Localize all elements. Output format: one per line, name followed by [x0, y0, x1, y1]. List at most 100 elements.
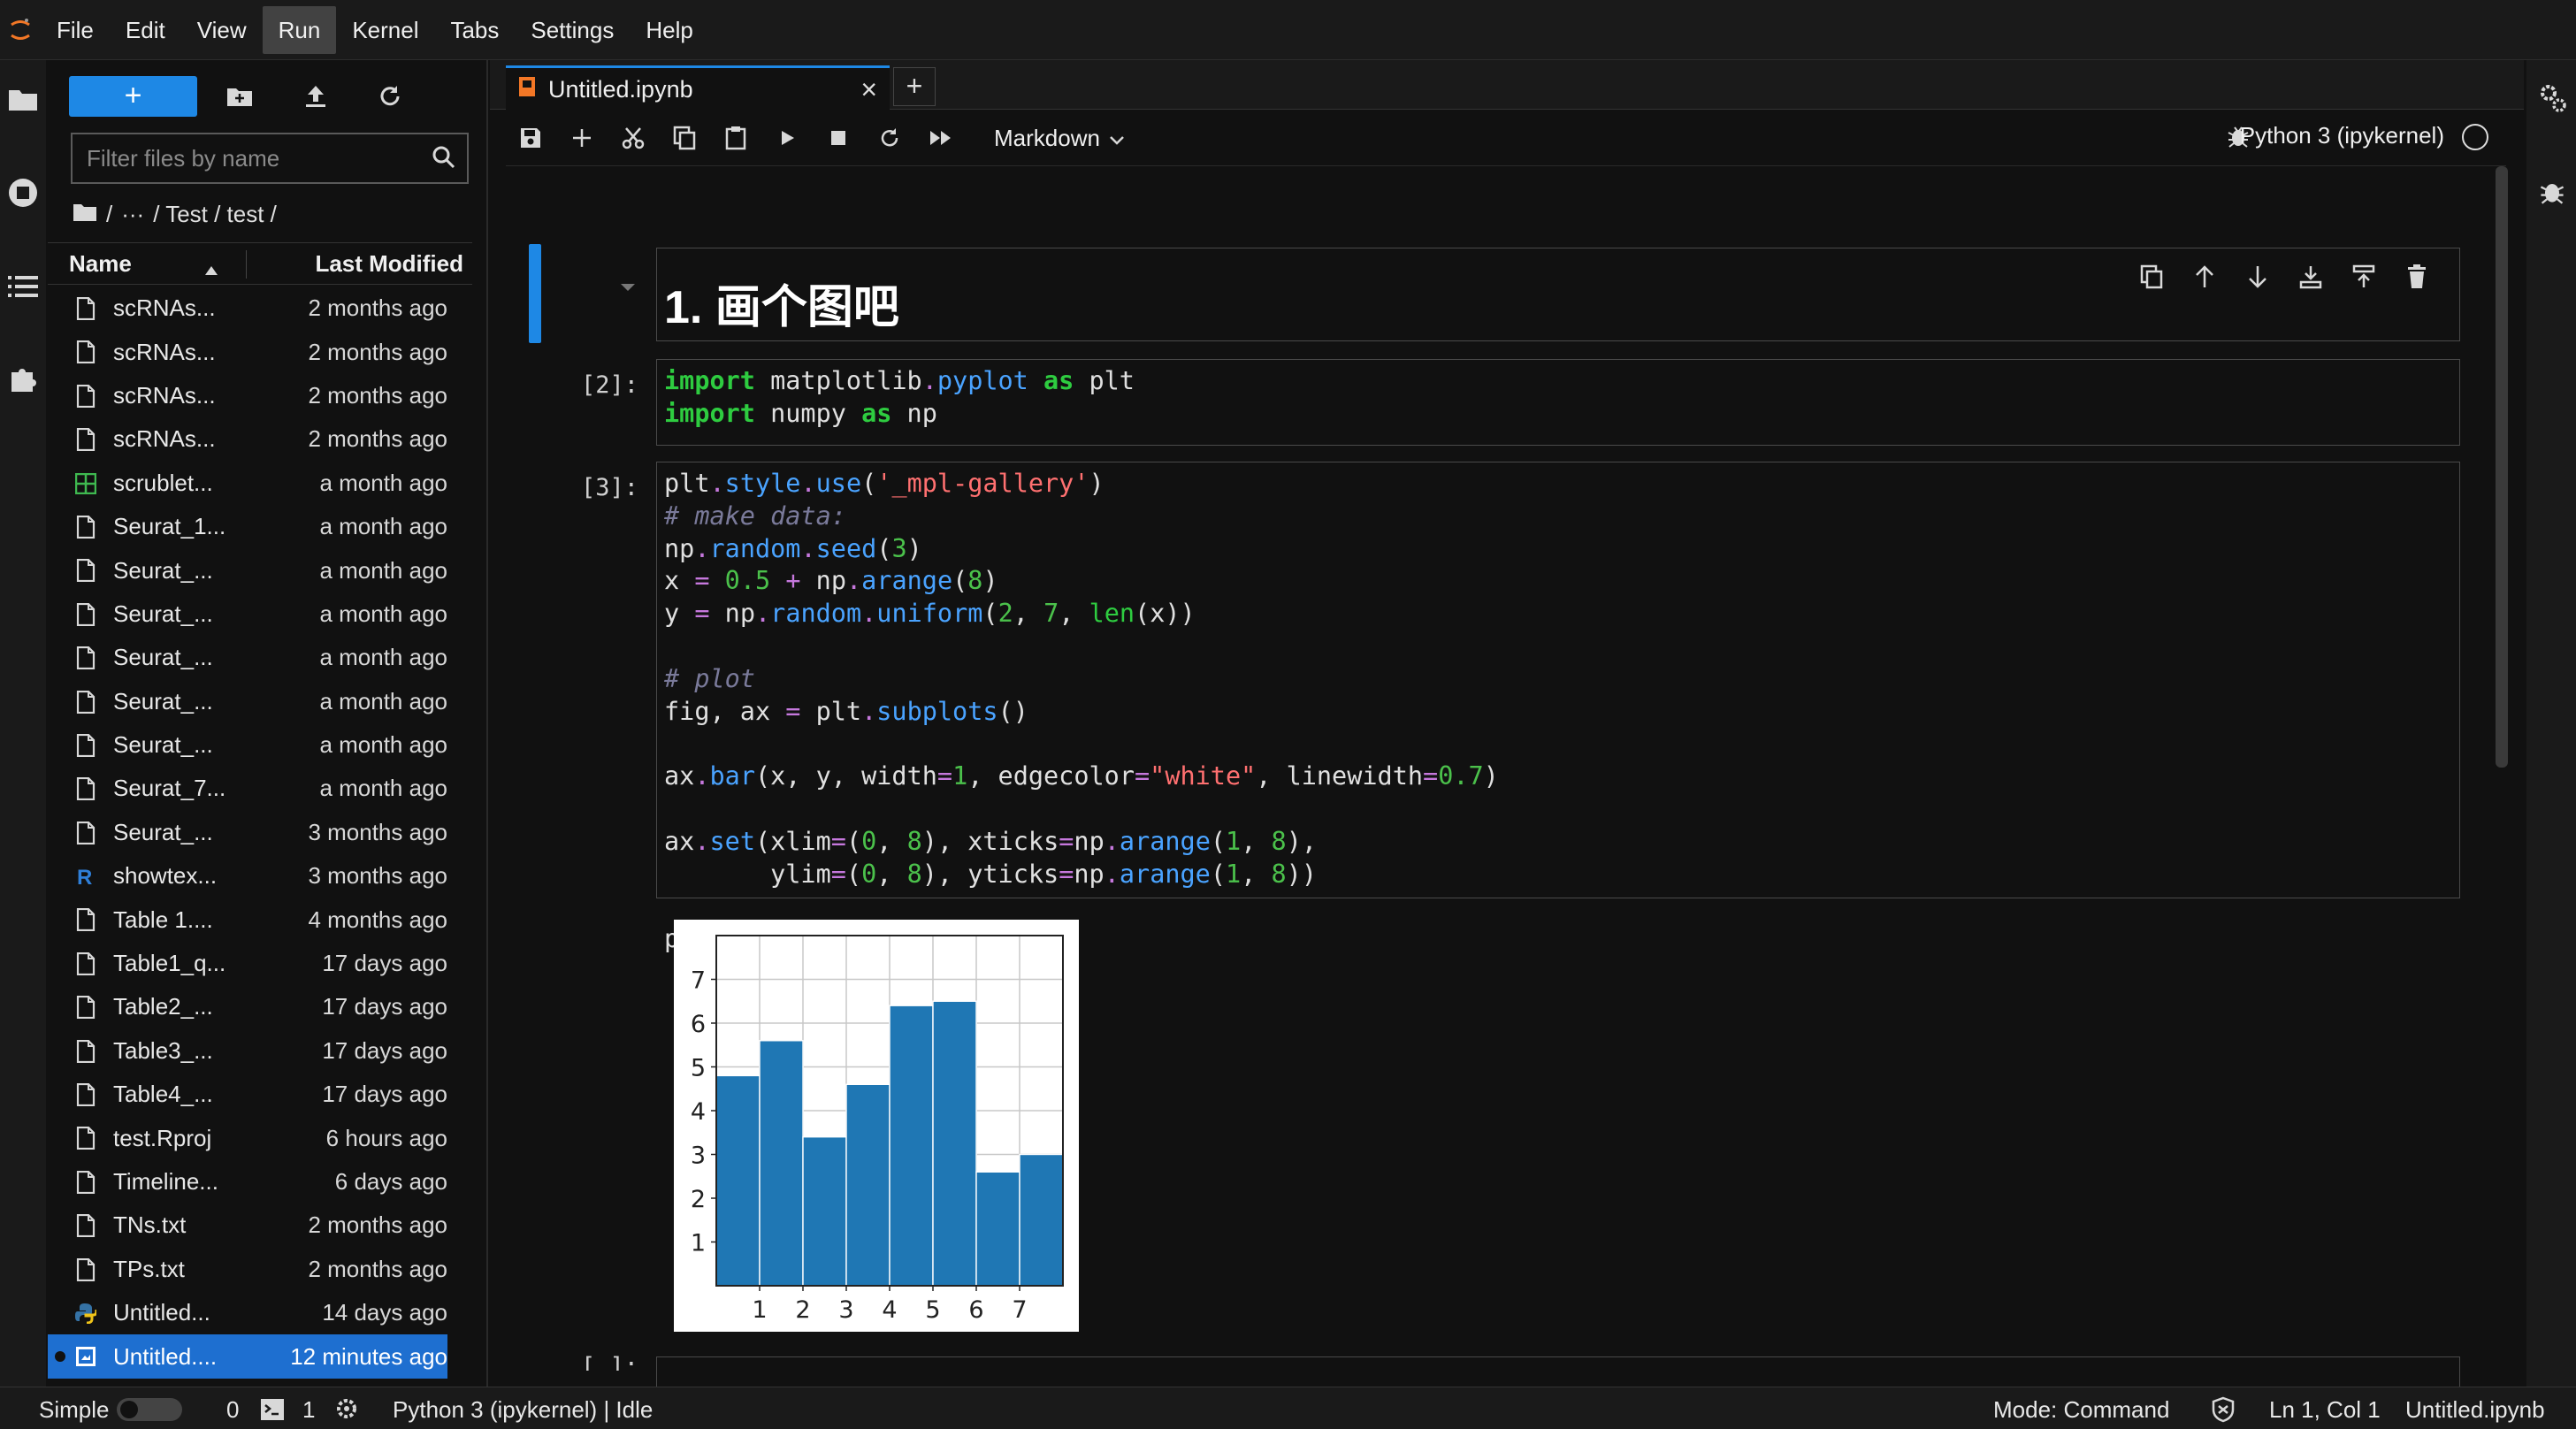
cursor-position[interactable]: Ln 1, Col 1: [2269, 1396, 2381, 1424]
tab-close-icon[interactable]: ×: [860, 73, 877, 106]
file-list-item[interactable]: scRNAs... 2 months ago: [48, 287, 472, 330]
file-list-item[interactable]: Table1_q... 17 days ago: [48, 942, 472, 985]
filter-files-input[interactable]: [73, 134, 409, 182]
file-list-item[interactable]: Seurat_... 3 months ago: [48, 811, 472, 854]
y-tick-label: 3: [691, 1142, 706, 1170]
file-list-item[interactable]: Untitled... 14 days ago: [48, 1291, 472, 1334]
kernel-status-text[interactable]: Python 3 (ipykernel) | Idle: [393, 1396, 653, 1424]
new-tab-button[interactable]: +: [893, 67, 936, 106]
kernels-count[interactable]: 1: [302, 1396, 315, 1424]
code-cell-3[interactable]: plt.style.use('_mpl-gallery') # make dat…: [656, 462, 2460, 953]
breadcrumb-ellipsis[interactable]: ···: [121, 201, 144, 228]
move-up-icon[interactable]: [2189, 261, 2221, 293]
move-down-icon[interactable]: [2242, 261, 2274, 293]
menu-kernel[interactable]: Kernel: [336, 6, 434, 54]
save-icon[interactable]: [515, 122, 547, 154]
column-name-header[interactable]: Name: [69, 250, 132, 278]
code-cell-2[interactable]: import matplotlib.pyplot as plt import n…: [656, 359, 2460, 446]
home-folder-icon[interactable]: [73, 201, 97, 228]
file-list-item[interactable]: Table3_... 17 days ago: [48, 1029, 472, 1073]
file-list-item[interactable]: test.Rproj 6 hours ago: [48, 1116, 472, 1159]
file-list-item[interactable]: Rshowtex... 3 months ago: [48, 854, 472, 898]
menu-help[interactable]: Help: [630, 6, 708, 54]
file-list-item[interactable]: Table2_... 17 days ago: [48, 985, 472, 1028]
kernel-name[interactable]: Python 3 (ipykernel): [2240, 122, 2444, 149]
insert-below-icon[interactable]: [2348, 261, 2380, 293]
insert-cell-icon[interactable]: [566, 122, 598, 154]
file-list-item[interactable]: scRNAs... 2 months ago: [48, 330, 472, 373]
extensions-icon[interactable]: [5, 361, 41, 396]
menu-settings[interactable]: Settings: [515, 6, 630, 54]
file-list-item[interactable]: scrublet... a month ago: [48, 462, 472, 505]
terminals-count[interactable]: 0: [226, 1396, 239, 1424]
menu-file[interactable]: File: [41, 6, 110, 54]
file-list-item[interactable]: Table 1.... 4 months ago: [48, 898, 472, 941]
collapse-heading-caret-icon[interactable]: [619, 281, 637, 297]
refresh-icon[interactable]: [370, 76, 410, 117]
debugger-bug-icon[interactable]: [2539, 177, 2565, 210]
new-folder-icon[interactable]: [219, 76, 260, 117]
file-list-item[interactable]: scRNAs... 2 months ago: [48, 417, 472, 461]
restart-run-all-icon[interactable]: [925, 122, 957, 154]
file-list-item[interactable]: Timeline... 6 days ago: [48, 1160, 472, 1204]
folder-icon[interactable]: [5, 81, 41, 117]
y-tick-label: 7: [691, 967, 706, 995]
file-name: Seurat_...: [113, 556, 213, 584]
x-tick-label: 5: [925, 1296, 940, 1324]
restart-kernel-icon[interactable]: [874, 122, 906, 154]
notebook-scrollbar[interactable]: [2496, 166, 2508, 768]
code-cell-3-source[interactable]: plt.style.use('_mpl-gallery') # make dat…: [657, 462, 2459, 961]
file-icon: [74, 951, 97, 975]
table-of-contents-icon[interactable]: [5, 269, 41, 304]
file-list-item[interactable]: scRNAs... 2 months ago: [48, 374, 472, 417]
file-list-item[interactable]: Seurat_... a month ago: [48, 548, 472, 592]
menu-edit[interactable]: Edit: [110, 6, 181, 54]
file-list-item[interactable]: Seurat_7... a month ago: [48, 767, 472, 810]
file-modified: 4 months ago: [308, 906, 447, 933]
menu-bar: File Edit View Run Kernel Tabs Settings …: [0, 0, 2576, 60]
file-list-item[interactable]: Seurat_... a month ago: [48, 680, 472, 723]
breadcrumb-path[interactable]: / Test / test /: [153, 201, 277, 228]
column-modified-header[interactable]: Last Modified: [315, 250, 463, 278]
x-tick-label: 3: [838, 1296, 853, 1324]
upload-icon[interactable]: [295, 76, 336, 117]
file-modified: 2 months ago: [308, 294, 447, 322]
run-cell-icon[interactable]: [771, 122, 803, 154]
trusted-shield-icon[interactable]: [2211, 1396, 2236, 1429]
file-list-item[interactable]: Seurat_1... a month ago: [48, 505, 472, 548]
file-list-item[interactable]: Seurat_... a month ago: [48, 636, 472, 679]
file-name: Seurat_7...: [113, 775, 226, 802]
tab-untitled-notebook[interactable]: Untitled.ipynb ×: [506, 65, 890, 111]
simple-mode-toggle[interactable]: [117, 1398, 182, 1421]
breadcrumb-root[interactable]: /: [106, 201, 112, 228]
cut-icon[interactable]: [617, 122, 649, 154]
running-indicator-dot: [55, 1351, 65, 1363]
jupyter-logo-icon: [0, 0, 41, 60]
code-cell-2-source[interactable]: import matplotlib.pyplot as plt import n…: [657, 360, 2459, 436]
paste-icon[interactable]: [720, 122, 752, 154]
menu-view[interactable]: View: [181, 6, 263, 54]
menu-tabs[interactable]: Tabs: [434, 6, 515, 54]
cell-type-value: Markdown: [994, 124, 1100, 151]
file-list-item[interactable]: Table4_... 17 days ago: [48, 1073, 472, 1116]
insert-above-icon[interactable]: [2295, 261, 2327, 293]
menu-run[interactable]: Run: [262, 5, 337, 54]
delete-cell-icon[interactable]: [2401, 261, 2433, 293]
file-list-item[interactable]: TNs.txt 2 months ago: [48, 1204, 472, 1247]
sort-ascending-icon[interactable]: [203, 256, 219, 283]
file-list-item[interactable]: Untitled.... 12 minutes ago: [48, 1334, 447, 1379]
file-icon: [74, 1170, 97, 1194]
interrupt-kernel-icon[interactable]: [822, 122, 854, 154]
file-list-item[interactable]: Seurat_... a month ago: [48, 592, 472, 636]
cell-type-dropdown[interactable]: Markdown: [994, 118, 1125, 157]
copy-icon[interactable]: [669, 122, 700, 154]
new-launcher-button[interactable]: +: [69, 76, 197, 117]
cell-actions-toolbar: [2136, 261, 2433, 293]
running-sessions-icon[interactable]: [5, 175, 41, 210]
property-inspector-gears-icon[interactable]: [2539, 83, 2567, 118]
file-list-item[interactable]: Seurat_... a month ago: [48, 723, 472, 767]
file-modified: 14 days ago: [322, 1299, 447, 1326]
markdown-cell[interactable]: 1. 画个图吧: [656, 248, 2460, 341]
file-list-item[interactable]: TPs.txt 2 months ago: [48, 1248, 472, 1291]
duplicate-cell-icon[interactable]: [2136, 261, 2167, 293]
